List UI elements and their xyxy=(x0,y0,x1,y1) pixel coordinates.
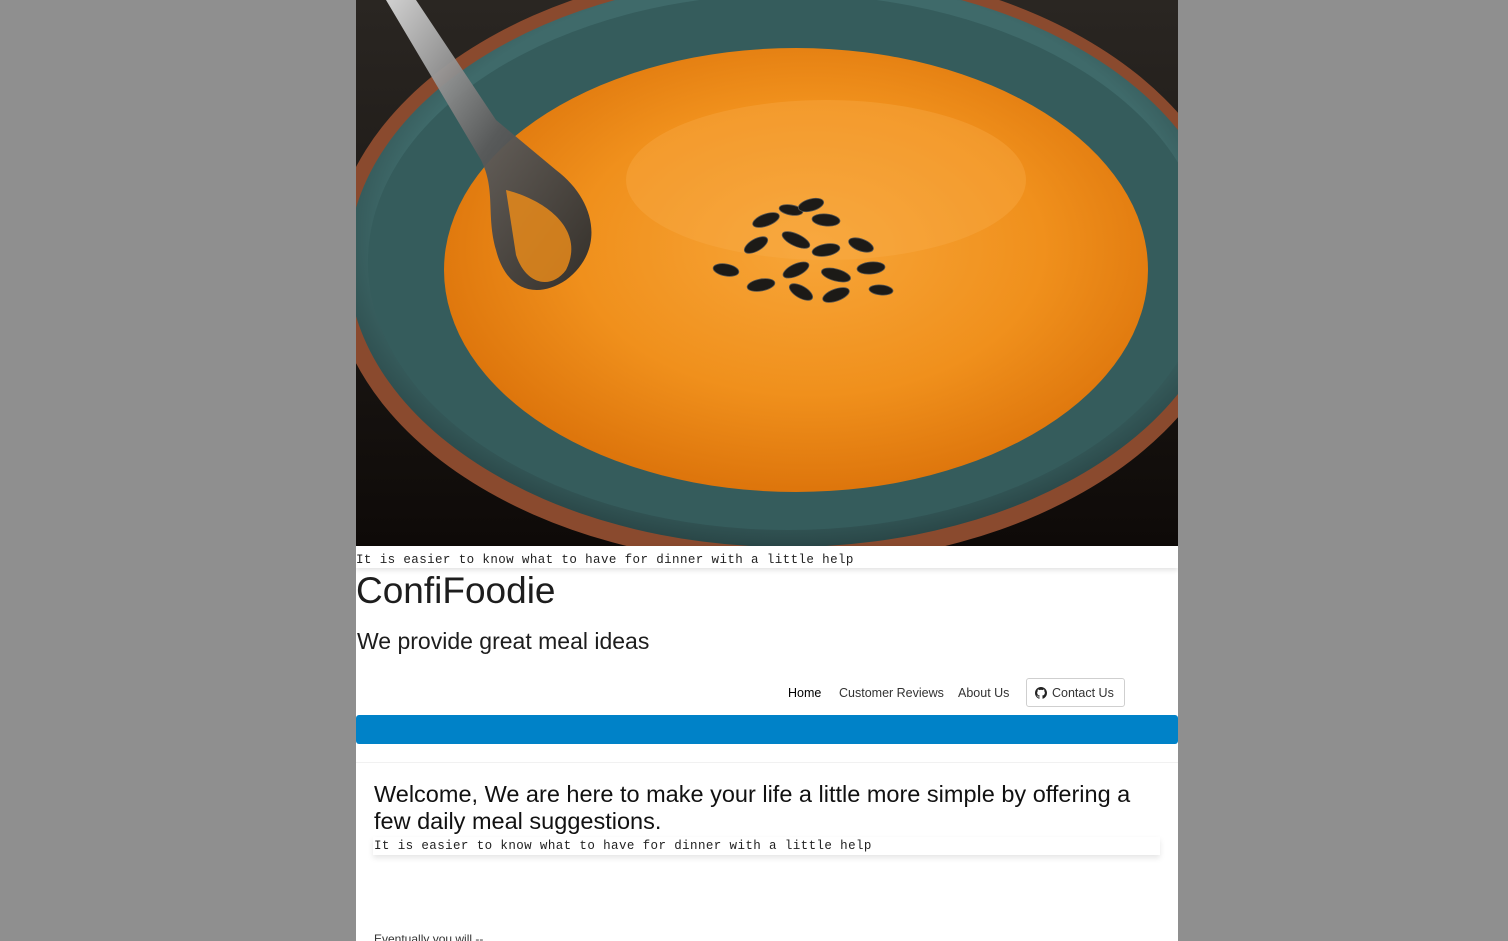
nav-link-home[interactable]: Home xyxy=(788,686,821,701)
site-tagline: We provide great meal ideas xyxy=(357,628,650,654)
main-nav: Home Customer Reviews About Us Contact U… xyxy=(356,678,1178,709)
github-icon xyxy=(1035,686,1047,699)
contact-us-button[interactable]: Contact Us xyxy=(1026,678,1125,707)
divider xyxy=(356,762,1178,763)
page-container: It is easier to know what to have for di… xyxy=(356,0,1178,941)
hero-image xyxy=(356,0,1178,546)
content-caption-text: It is easier to know what to have for di… xyxy=(374,839,872,853)
hero-caption: It is easier to know what to have for di… xyxy=(356,546,1178,568)
content-caption: It is easier to know what to have for di… xyxy=(373,837,1160,855)
hero-caption-text: It is easier to know what to have for di… xyxy=(356,553,854,567)
contact-us-label: Contact Us xyxy=(1052,685,1114,700)
site-title: ConfiFoodie xyxy=(356,570,556,611)
welcome-heading: Welcome, We are here to make your life a… xyxy=(374,781,1131,834)
nav-link-customer-reviews[interactable]: Customer Reviews xyxy=(839,686,944,701)
soup-bowl-photo xyxy=(356,0,1178,546)
footer-text: Eventually you will -- xyxy=(374,932,484,941)
accent-bar xyxy=(356,715,1178,744)
nav-link-about-us[interactable]: About Us xyxy=(958,686,1009,701)
